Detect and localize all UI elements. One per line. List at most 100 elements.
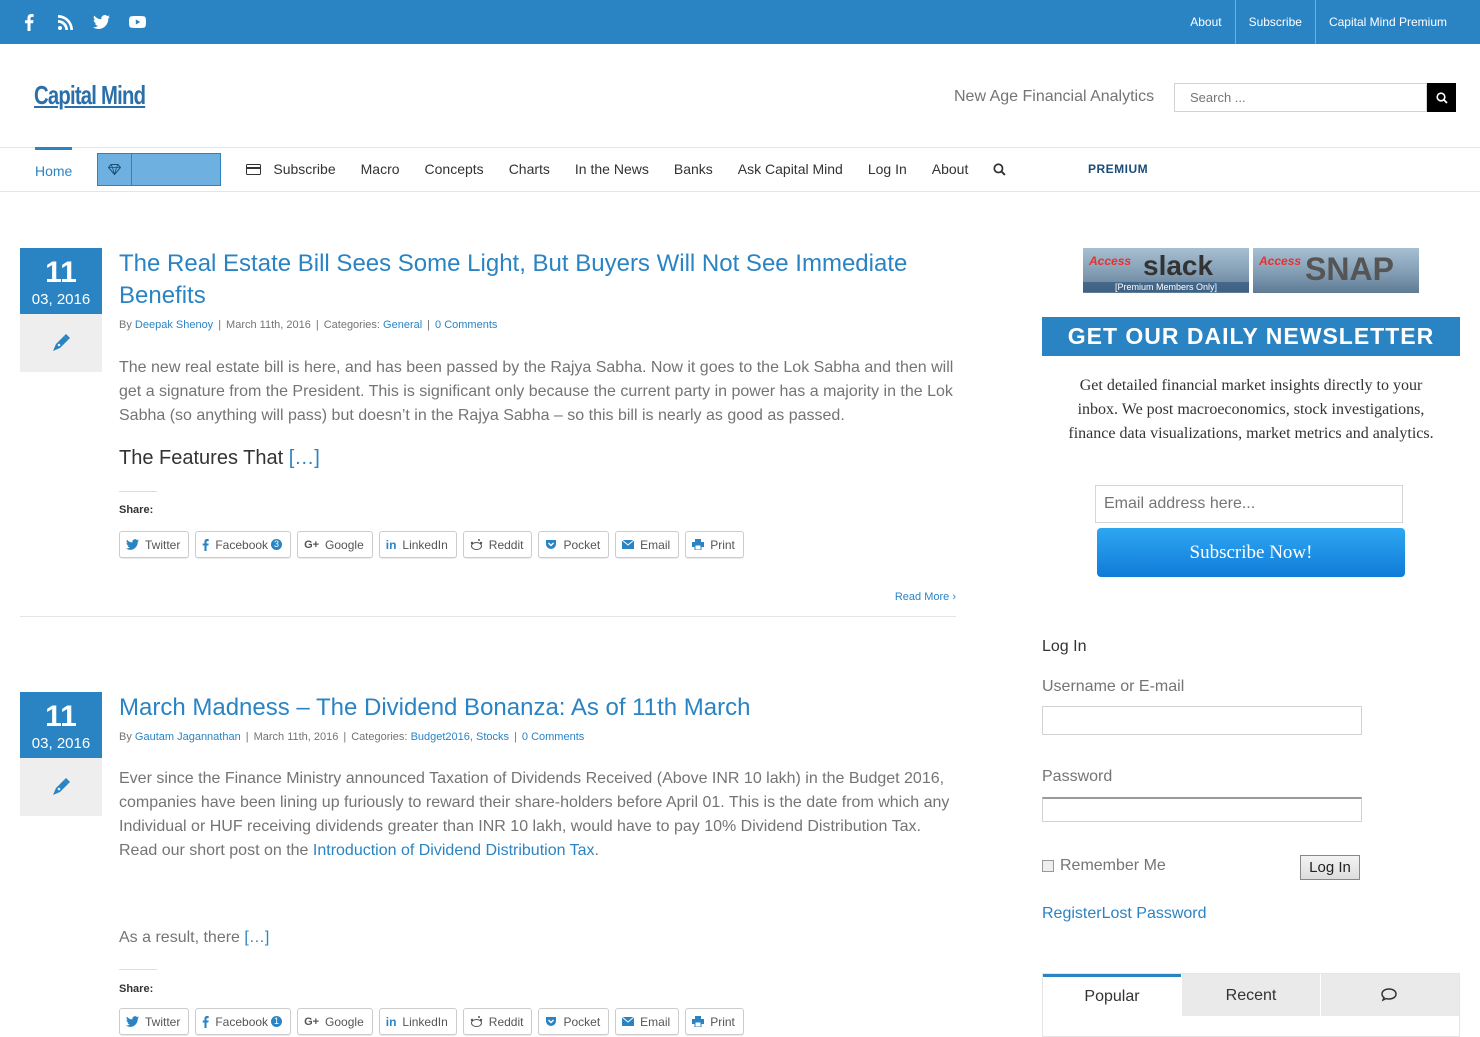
top-link-about[interactable]: About xyxy=(1177,0,1234,44)
twitter-icon[interactable] xyxy=(92,12,110,32)
continue-link[interactable]: […] xyxy=(289,447,320,469)
share-reddit-button[interactable]: Reddit xyxy=(462,1008,533,1035)
share-pocket-button[interactable]: Pocket xyxy=(538,1008,610,1035)
newsletter-email-input[interactable] xyxy=(1095,485,1403,523)
post-excerpt: Ever since the Finance Ministry announce… xyxy=(119,767,954,863)
twitter-icon xyxy=(126,1016,139,1027)
share-label: Share: xyxy=(119,983,154,995)
share-twitter-label: Twitter xyxy=(145,537,181,552)
share-linkedin-button[interactable]: in LinkedIn xyxy=(378,1008,457,1035)
share-twitter-button[interactable]: Twitter xyxy=(119,531,190,558)
share-buttons: Twitter Facebook 3 G+ Google in LinkedIn Re… xyxy=(119,531,744,558)
nav-ask-capital-mind[interactable]: Ask Capital Mind xyxy=(738,147,843,191)
share-google-button[interactable]: G+ Google xyxy=(297,1008,373,1035)
comments-link[interactable]: 0 Comments xyxy=(522,731,584,743)
excerpt-link[interactable]: Introduction of Dividend Distribution Ta… xyxy=(313,842,595,859)
email-icon xyxy=(622,540,635,549)
share-linkedin-button[interactable]: in LinkedIn xyxy=(378,531,457,558)
read-more-link[interactable]: Read More › xyxy=(895,591,956,603)
site-tagline: New Age Financial Analytics xyxy=(954,88,1155,105)
nav-banks[interactable]: Banks xyxy=(674,147,713,191)
category-link[interactable]: General xyxy=(383,319,422,331)
category-link[interactable]: Stocks xyxy=(476,731,509,743)
post-meta: By Deepak Shenoy | March 11th, 2016 | Catego… xyxy=(119,319,498,331)
nav-home[interactable]: Home xyxy=(35,147,73,191)
password-field[interactable] xyxy=(1042,797,1362,822)
post-excerpt-end: . xyxy=(594,842,599,859)
login-widget-title: Log In xyxy=(1042,638,1087,655)
print-icon xyxy=(692,1016,705,1027)
nav-charts[interactable]: Charts xyxy=(509,147,550,191)
top-link-premium[interactable]: Capital Mind Premium xyxy=(1314,0,1460,44)
share-print-button[interactable]: Print xyxy=(685,531,744,558)
share-reddit-label: Reddit xyxy=(488,537,524,552)
remember-me[interactable]: Remember Me xyxy=(1042,857,1166,875)
banner-premium-note: [Premium Members Only] xyxy=(1083,282,1249,292)
share-label: Share: xyxy=(119,504,154,516)
snap-access-banner[interactable]: Access SNAP xyxy=(1253,248,1419,293)
nav-concepts[interactable]: Concepts xyxy=(425,147,484,191)
share-pocket-button[interactable]: Pocket xyxy=(538,531,610,558)
remember-me-checkbox[interactable] xyxy=(1042,860,1054,872)
nav-subscribe[interactable]: Subscribe xyxy=(246,147,336,191)
post-title[interactable]: The Real Estate Bill Sees Some Light, Bu… xyxy=(119,248,939,312)
lost-password-link[interactable]: Lost Password xyxy=(1102,905,1207,922)
share-facebook-button[interactable]: Facebook 1 xyxy=(195,1008,292,1035)
register-link[interactable]: Register xyxy=(1042,905,1102,922)
subscribe-now-button[interactable]: Subscribe Now! xyxy=(1097,528,1405,577)
post-excerpt: The new real estate bill is here, and ha… xyxy=(119,359,954,424)
share-google-button[interactable]: G+ Google xyxy=(297,531,373,558)
nav-macro[interactable]: Macro xyxy=(361,147,400,191)
share-divider xyxy=(119,491,157,492)
banner-access-label: Access xyxy=(1259,254,1302,268)
comments-link[interactable]: 0 Comments xyxy=(435,319,497,331)
share-reddit-button[interactable]: Reddit xyxy=(462,531,533,558)
username-field[interactable] xyxy=(1042,706,1362,735)
share-buttons: Twitter Facebook 1 G+ Google in LinkedIn Re… xyxy=(119,1008,744,1035)
post-meta: By Gautam Jagannathan | March 11th, 2016 | C… xyxy=(119,731,585,743)
newsletter-title: GET OUR DAILY NEWSLETTER xyxy=(1042,317,1460,356)
meta-categories-label: Categories: xyxy=(323,319,380,331)
continue-link[interactable]: […] xyxy=(244,929,269,946)
share-email-button[interactable]: Email xyxy=(615,531,680,558)
share-facebook-button[interactable]: Facebook 3 xyxy=(195,531,292,558)
site-logo[interactable]: Capital Mind xyxy=(34,80,146,111)
post-date: March 11th, 2016 xyxy=(226,319,311,331)
post-title[interactable]: March Madness – The Dividend Bonanza: As… xyxy=(119,692,939,724)
category-link[interactable]: Budget2016 xyxy=(411,731,470,743)
login-button[interactable]: Log In xyxy=(1300,855,1360,880)
nav-about[interactable]: About xyxy=(932,147,969,191)
search-input[interactable] xyxy=(1174,83,1427,112)
rss-icon[interactable] xyxy=(56,12,74,32)
nav-search-icon[interactable] xyxy=(993,147,1006,191)
tab-comments[interactable] xyxy=(1321,974,1459,1016)
slack-access-banner[interactable]: Access slack [Premium Members Only] xyxy=(1083,248,1249,293)
banner-slack-label: slack xyxy=(1143,250,1214,281)
google-plus-icon: G+ xyxy=(304,1015,320,1028)
share-reddit-label: Reddit xyxy=(488,1014,524,1029)
tab-popular[interactable]: Popular xyxy=(1043,974,1181,1016)
nav-premium-button[interactable]: PREMIUM xyxy=(97,152,1148,186)
post-author-link[interactable]: Deepak Shenoy xyxy=(135,319,213,331)
post-card: 11 03, 2016 March Madness – The Dividend… xyxy=(20,692,956,1037)
share-pocket-label: Pocket xyxy=(563,1014,601,1029)
nav-in-the-news[interactable]: In the News xyxy=(575,147,649,191)
search-button[interactable] xyxy=(1427,83,1456,112)
linkedin-icon: in xyxy=(385,537,397,552)
youtube-icon[interactable] xyxy=(128,12,146,32)
post-lead-text: The Features That xyxy=(119,447,284,469)
share-twitter-button[interactable]: Twitter xyxy=(119,1008,190,1035)
post-month-year: 03, 2016 xyxy=(31,291,91,308)
share-print-button[interactable]: Print xyxy=(685,1008,744,1035)
nav-premium-label: PREMIUM xyxy=(1088,162,1149,176)
tab-recent[interactable]: Recent xyxy=(1182,974,1320,1016)
post-author-link[interactable]: Gautam Jagannathan xyxy=(135,731,241,743)
posts-tabs: Popular Recent xyxy=(1042,973,1460,1037)
print-icon xyxy=(692,539,705,550)
top-link-subscribe[interactable]: Subscribe xyxy=(1234,0,1315,44)
nav-log-in[interactable]: Log In xyxy=(868,147,907,191)
share-email-button[interactable]: Email xyxy=(615,1008,680,1035)
login-links: RegisterLost Password xyxy=(1042,905,1207,923)
meta-by: By xyxy=(119,731,132,743)
facebook-icon[interactable] xyxy=(20,12,38,32)
